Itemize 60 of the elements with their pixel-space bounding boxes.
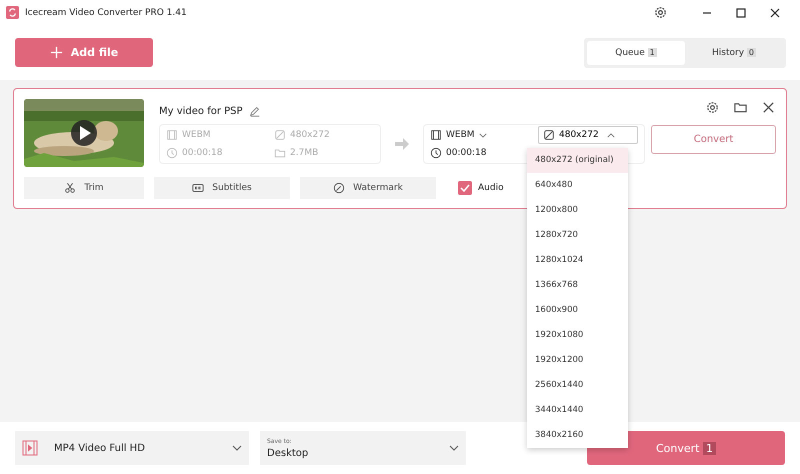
chevron-down-icon[interactable] [449,445,459,451]
menu-item[interactable]: 2560x1440 [527,373,628,398]
settings-icon[interactable] [705,100,720,115]
menu-item[interactable]: 1920x1080 [527,323,628,348]
folder-icon [274,147,286,159]
resolution-selector[interactable]: 480x272 [538,126,638,144]
maximize-icon[interactable] [736,8,746,18]
film-icon [21,439,39,457]
source-size: 2.7MB [290,148,318,158]
convert-count: 1 [703,442,716,454]
watermark-icon [333,182,346,194]
chevron-down-icon [478,132,487,138]
resolution-icon [274,129,286,141]
menu-item[interactable]: 1920x1200 [527,348,628,373]
audio-checkbox[interactable] [458,181,472,195]
menu-item[interactable]: 1280x1024 [527,248,628,273]
source-resolution: 480x272 [290,130,330,140]
format-selector[interactable]: WEBM [446,130,487,140]
menu-item[interactable]: 480x272 (original) [527,148,628,173]
menu-item[interactable]: 1600x900 [527,298,628,323]
close-icon[interactable] [770,8,780,18]
tab-count: 1 [648,48,657,56]
source-duration: 00:00:18 [182,148,222,158]
plus-icon [50,46,63,59]
action-button[interactable]: Subtitles [154,177,290,199]
clock-icon [430,147,442,159]
action-button[interactable]: Trim [24,177,144,199]
tab-count: 0 [746,48,756,56]
menu-item[interactable]: 1280x720 [527,223,628,248]
preset-selector[interactable]: MP4 Video Full HD [15,431,249,465]
close-icon[interactable] [761,100,776,115]
film-icon [430,129,442,141]
action-button[interactable]: Watermark [300,177,436,199]
window-title: Icecream Video Converter PRO 1.41 [25,8,187,18]
convert-all-button[interactable]: Convert 1 [587,431,785,465]
save-to-value: Desktop [267,448,310,458]
arrow-icon [394,137,410,151]
tab[interactable]: History 0 [685,40,783,64]
menu-item[interactable]: 1366x768 [527,273,628,298]
menu-item[interactable]: 640x480 [527,173,628,198]
folder-icon[interactable] [733,100,748,115]
target-duration: 00:00:18 [446,148,486,158]
tab[interactable]: Queue 1 [587,40,685,64]
settings-icon[interactable] [653,5,668,20]
scissors-icon [64,182,76,194]
film-icon [166,129,178,141]
resolution-icon [543,129,555,141]
chevron-up-icon [606,132,615,138]
chevron-down-icon[interactable] [232,445,242,451]
pencil-icon[interactable] [248,105,261,117]
convert-button[interactable]: Convert [651,125,776,154]
clock-icon [166,147,178,159]
menu-item[interactable]: 1200x800 [527,198,628,223]
preset-name: MP4 Video Full HD [54,442,146,454]
app-logo-icon [6,6,19,19]
menu-item[interactable]: 3440x1440 [527,398,628,423]
source-format: WEBM [182,130,211,140]
subtitles-icon [192,182,204,194]
audio-label: Audio [478,183,504,193]
video-name: My video for PSP [159,106,243,116]
